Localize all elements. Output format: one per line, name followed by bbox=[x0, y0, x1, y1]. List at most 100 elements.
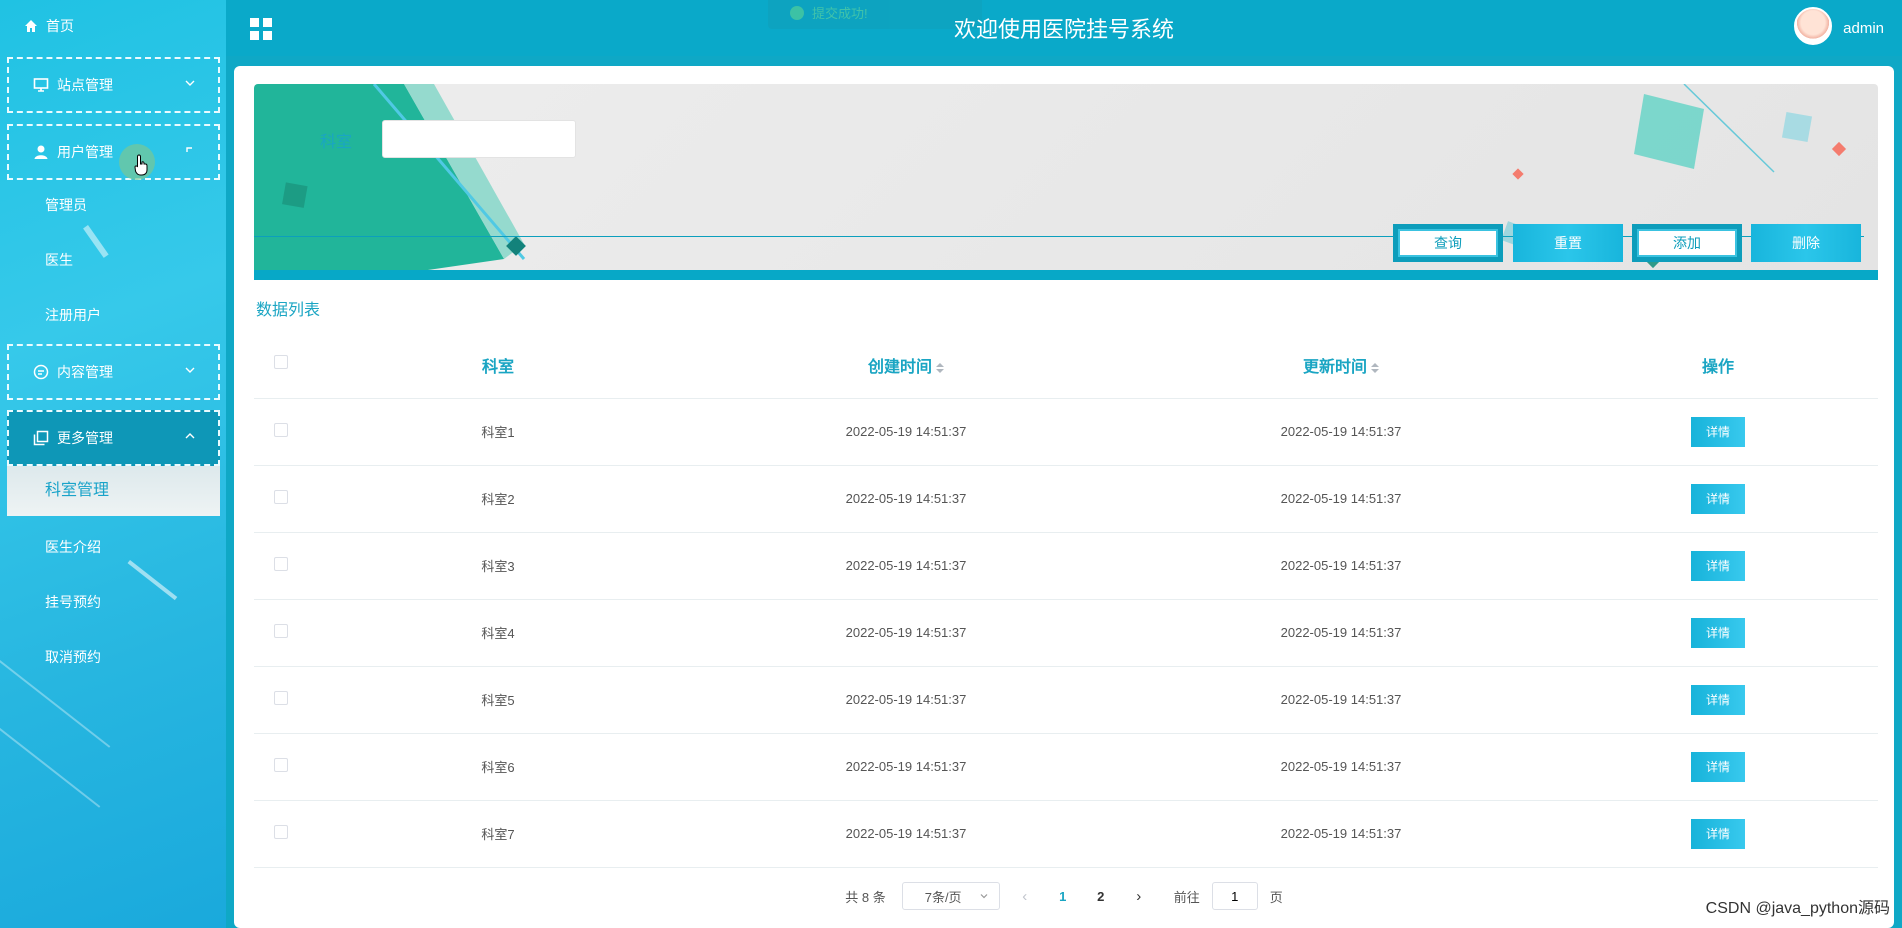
avatar[interactable] bbox=[1794, 7, 1832, 45]
sidebar-group-label: 内容管理 bbox=[57, 364, 113, 380]
detail-button[interactable]: 详情 bbox=[1691, 550, 1745, 581]
table-row: 科室5 2022-05-19 14:51:37 2022-05-19 14:51… bbox=[254, 666, 1878, 734]
decor-streak bbox=[83, 225, 109, 258]
detail-button[interactable]: 详情 bbox=[1691, 617, 1745, 648]
sidebar-item-admin[interactable]: 管理员 bbox=[45, 195, 87, 215]
detail-button[interactable]: 详情 bbox=[1691, 416, 1745, 447]
table-row: 科室6 2022-05-19 14:51:37 2022-05-19 14:51… bbox=[254, 733, 1878, 801]
created-cell: 2022-05-19 14:51:37 bbox=[688, 532, 1124, 600]
next-page-icon[interactable]: › bbox=[1126, 888, 1152, 905]
home-icon bbox=[25, 20, 37, 32]
row-checkbox[interactable] bbox=[274, 624, 288, 638]
username[interactable]: admin bbox=[1843, 20, 1884, 37]
sidebar-group-more[interactable]: 更多管理 bbox=[7, 410, 220, 466]
updated-cell: 2022-05-19 14:51:37 bbox=[1124, 398, 1558, 466]
chat-icon bbox=[33, 364, 49, 380]
department-cell: 科室5 bbox=[308, 666, 688, 734]
search-panel-bottom-bar bbox=[254, 270, 1878, 280]
data-table: 科室 创建时间 更新时间 操作 科室1 2022-05-19 14:51:37 … bbox=[254, 332, 1878, 868]
sidebar-item-doctor-intro[interactable]: 医生介绍 bbox=[45, 537, 101, 557]
page-number[interactable]: 2 bbox=[1088, 889, 1114, 904]
sidebar-group-label: 更多管理 bbox=[57, 430, 113, 446]
cursor-hand-icon bbox=[134, 154, 150, 179]
row-checkbox[interactable] bbox=[274, 691, 288, 705]
sidebar-item-registered-users[interactable]: 注册用户 bbox=[45, 305, 101, 325]
sidebar-group-content[interactable]: 内容管理 bbox=[7, 344, 220, 400]
decor-streak bbox=[0, 660, 111, 748]
sidebar-group-label: 站点管理 bbox=[57, 77, 113, 93]
table-row: 科室3 2022-05-19 14:51:37 2022-05-19 14:51… bbox=[254, 532, 1878, 600]
created-cell: 2022-05-19 14:51:37 bbox=[688, 733, 1124, 801]
chevron-down-icon bbox=[979, 889, 989, 904]
department-cell: 科室7 bbox=[308, 800, 688, 868]
chevron-up-icon bbox=[184, 430, 198, 444]
created-cell: 2022-05-19 14:51:37 bbox=[688, 800, 1124, 868]
sort-icon[interactable] bbox=[936, 362, 944, 373]
page-size-select[interactable]: 7条/页 bbox=[901, 882, 1000, 910]
sidebar-item-cancel-appointment[interactable]: 取消预约 bbox=[45, 647, 101, 667]
pagination: 共 8 条 7条/页 ‹ 1 2 › 前往 页 bbox=[234, 882, 1894, 910]
updated-cell: 2022-05-19 14:51:37 bbox=[1124, 532, 1558, 600]
detail-button[interactable]: 详情 bbox=[1691, 751, 1745, 782]
sidebar-group-label: 用户管理 bbox=[57, 144, 113, 160]
column-header-created[interactable]: 创建时间 bbox=[688, 332, 1124, 399]
updated-cell: 2022-05-19 14:51:37 bbox=[1124, 465, 1558, 533]
sidebar-item-appointment[interactable]: 挂号预约 bbox=[45, 592, 101, 612]
page-number[interactable]: 1 bbox=[1050, 889, 1076, 904]
column-header-label: 更新时间 bbox=[1302, 358, 1367, 376]
goto-suffix: 页 bbox=[1269, 889, 1283, 905]
total-count: 共 8 条 bbox=[845, 889, 886, 905]
sidebar-group-users[interactable]: 用户管理 bbox=[7, 124, 220, 180]
monitor-icon bbox=[33, 77, 49, 93]
main-content: 科室 查询 重置 添加 删除 数据列表 科室 创建时间 更新时间 操作 科室1 … bbox=[234, 66, 1894, 928]
table-row: 科室7 2022-05-19 14:51:37 2022-05-19 14:51… bbox=[254, 800, 1878, 868]
detail-button[interactable]: 详情 bbox=[1691, 483, 1745, 514]
department-cell: 科室4 bbox=[308, 599, 688, 667]
table-row: 科室2 2022-05-19 14:51:37 2022-05-19 14:51… bbox=[254, 465, 1878, 533]
goto-page-input[interactable] bbox=[1211, 882, 1258, 910]
row-checkbox[interactable] bbox=[274, 758, 288, 772]
column-header-actions: 操作 bbox=[1558, 332, 1878, 399]
department-cell: 科室1 bbox=[308, 398, 688, 466]
sort-icon[interactable] bbox=[1371, 362, 1379, 373]
column-header-label: 创建时间 bbox=[867, 358, 932, 376]
query-button[interactable]: 查询 bbox=[1393, 224, 1503, 262]
select-all-checkbox[interactable] bbox=[274, 355, 288, 370]
sidebar-home[interactable]: 首页 bbox=[24, 16, 74, 36]
detail-button[interactable]: 详情 bbox=[1691, 684, 1745, 715]
delete-button[interactable]: 删除 bbox=[1751, 224, 1861, 262]
table-row: 科室4 2022-05-19 14:51:37 2022-05-19 14:51… bbox=[254, 599, 1878, 667]
goto-prefix: 前往 bbox=[1173, 889, 1200, 905]
updated-cell: 2022-05-19 14:51:37 bbox=[1124, 599, 1558, 667]
sidebar: 首页 站点管理 用户管理 管理员 医生 注册用户 内容管理 更多管理 科室管理 … bbox=[0, 0, 226, 928]
decor-streak bbox=[127, 560, 178, 601]
sidebar-item-doctor[interactable]: 医生 bbox=[45, 250, 73, 270]
created-cell: 2022-05-19 14:51:37 bbox=[688, 465, 1124, 533]
add-button[interactable]: 添加 bbox=[1632, 224, 1742, 262]
table-row: 科室1 2022-05-19 14:51:37 2022-05-19 14:51… bbox=[254, 398, 1878, 466]
decor-streak bbox=[0, 720, 101, 808]
reset-button[interactable]: 重置 bbox=[1513, 224, 1623, 262]
column-header-updated[interactable]: 更新时间 bbox=[1124, 332, 1558, 399]
sidebar-group-site[interactable]: 站点管理 bbox=[7, 57, 220, 113]
column-header-department: 科室 bbox=[308, 332, 688, 399]
department-cell: 科室3 bbox=[308, 532, 688, 600]
department-search-input[interactable] bbox=[382, 120, 576, 158]
row-checkbox[interactable] bbox=[274, 490, 288, 504]
row-checkbox[interactable] bbox=[274, 423, 288, 437]
select-all-cell bbox=[254, 332, 308, 399]
created-cell: 2022-05-19 14:51:37 bbox=[688, 599, 1124, 667]
row-checkbox[interactable] bbox=[274, 825, 288, 839]
prev-page-icon[interactable]: ‹ bbox=[1012, 888, 1038, 905]
updated-cell: 2022-05-19 14:51:37 bbox=[1124, 800, 1558, 868]
chevron-down-icon bbox=[184, 364, 198, 378]
chevron-down-icon bbox=[184, 77, 198, 91]
watermark: CSDN @java_python源码 bbox=[1705, 900, 1890, 917]
page-size-value: 7条/页 bbox=[924, 889, 962, 905]
copy-icon bbox=[33, 430, 49, 446]
row-checkbox[interactable] bbox=[274, 557, 288, 571]
created-cell: 2022-05-19 14:51:37 bbox=[688, 398, 1124, 466]
detail-button[interactable]: 详情 bbox=[1691, 818, 1745, 849]
sidebar-item-department-management[interactable]: 科室管理 bbox=[7, 466, 220, 516]
updated-cell: 2022-05-19 14:51:37 bbox=[1124, 733, 1558, 801]
